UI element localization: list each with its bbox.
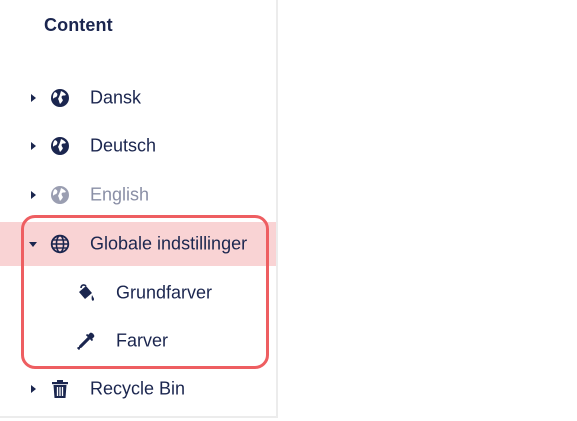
tree-item-label: Farver [116, 330, 169, 351]
panel-title: Content [44, 15, 113, 35]
tree-item-label: Grundfarver [116, 282, 213, 303]
expand-caret-icon[interactable] [31, 191, 36, 199]
tree-item-dansk[interactable]: Dansk [0, 76, 276, 120]
tree-item-label: English [90, 184, 150, 205]
grid-globe-icon [50, 234, 70, 254]
expand-caret-icon[interactable] [31, 94, 36, 102]
tree-item-english[interactable]: English [0, 173, 276, 217]
tree-item-label: Globale indstillinger [90, 233, 248, 254]
tree-item-grundfarver[interactable]: Grundfarver [0, 271, 276, 315]
expand-caret-icon[interactable] [31, 385, 36, 393]
tree-item-label: Deutsch [90, 135, 157, 156]
trash-icon [52, 380, 68, 398]
tree-item-label: Recycle Bin [90, 378, 186, 399]
paint-bucket-icon [79, 284, 95, 301]
expand-caret-icon[interactable] [31, 142, 36, 150]
tree-item-farver[interactable]: Farver [0, 319, 276, 363]
eyedropper-icon [77, 332, 95, 350]
tree-item-deutsch[interactable]: Deutsch [0, 124, 276, 168]
globe-icon [51, 186, 69, 204]
globe-icon [51, 137, 69, 155]
tree-item-recycle-bin[interactable]: Recycle Bin [0, 367, 276, 411]
globe-icon [51, 89, 69, 107]
tree-item-label: Dansk [90, 87, 142, 108]
tree-item-globale-indstillinger[interactable]: Globale indstillinger [0, 222, 276, 266]
content-tree-panel: Content Dansk Deutsch English Globale in… [0, 0, 278, 418]
collapse-caret-icon[interactable] [29, 242, 37, 247]
